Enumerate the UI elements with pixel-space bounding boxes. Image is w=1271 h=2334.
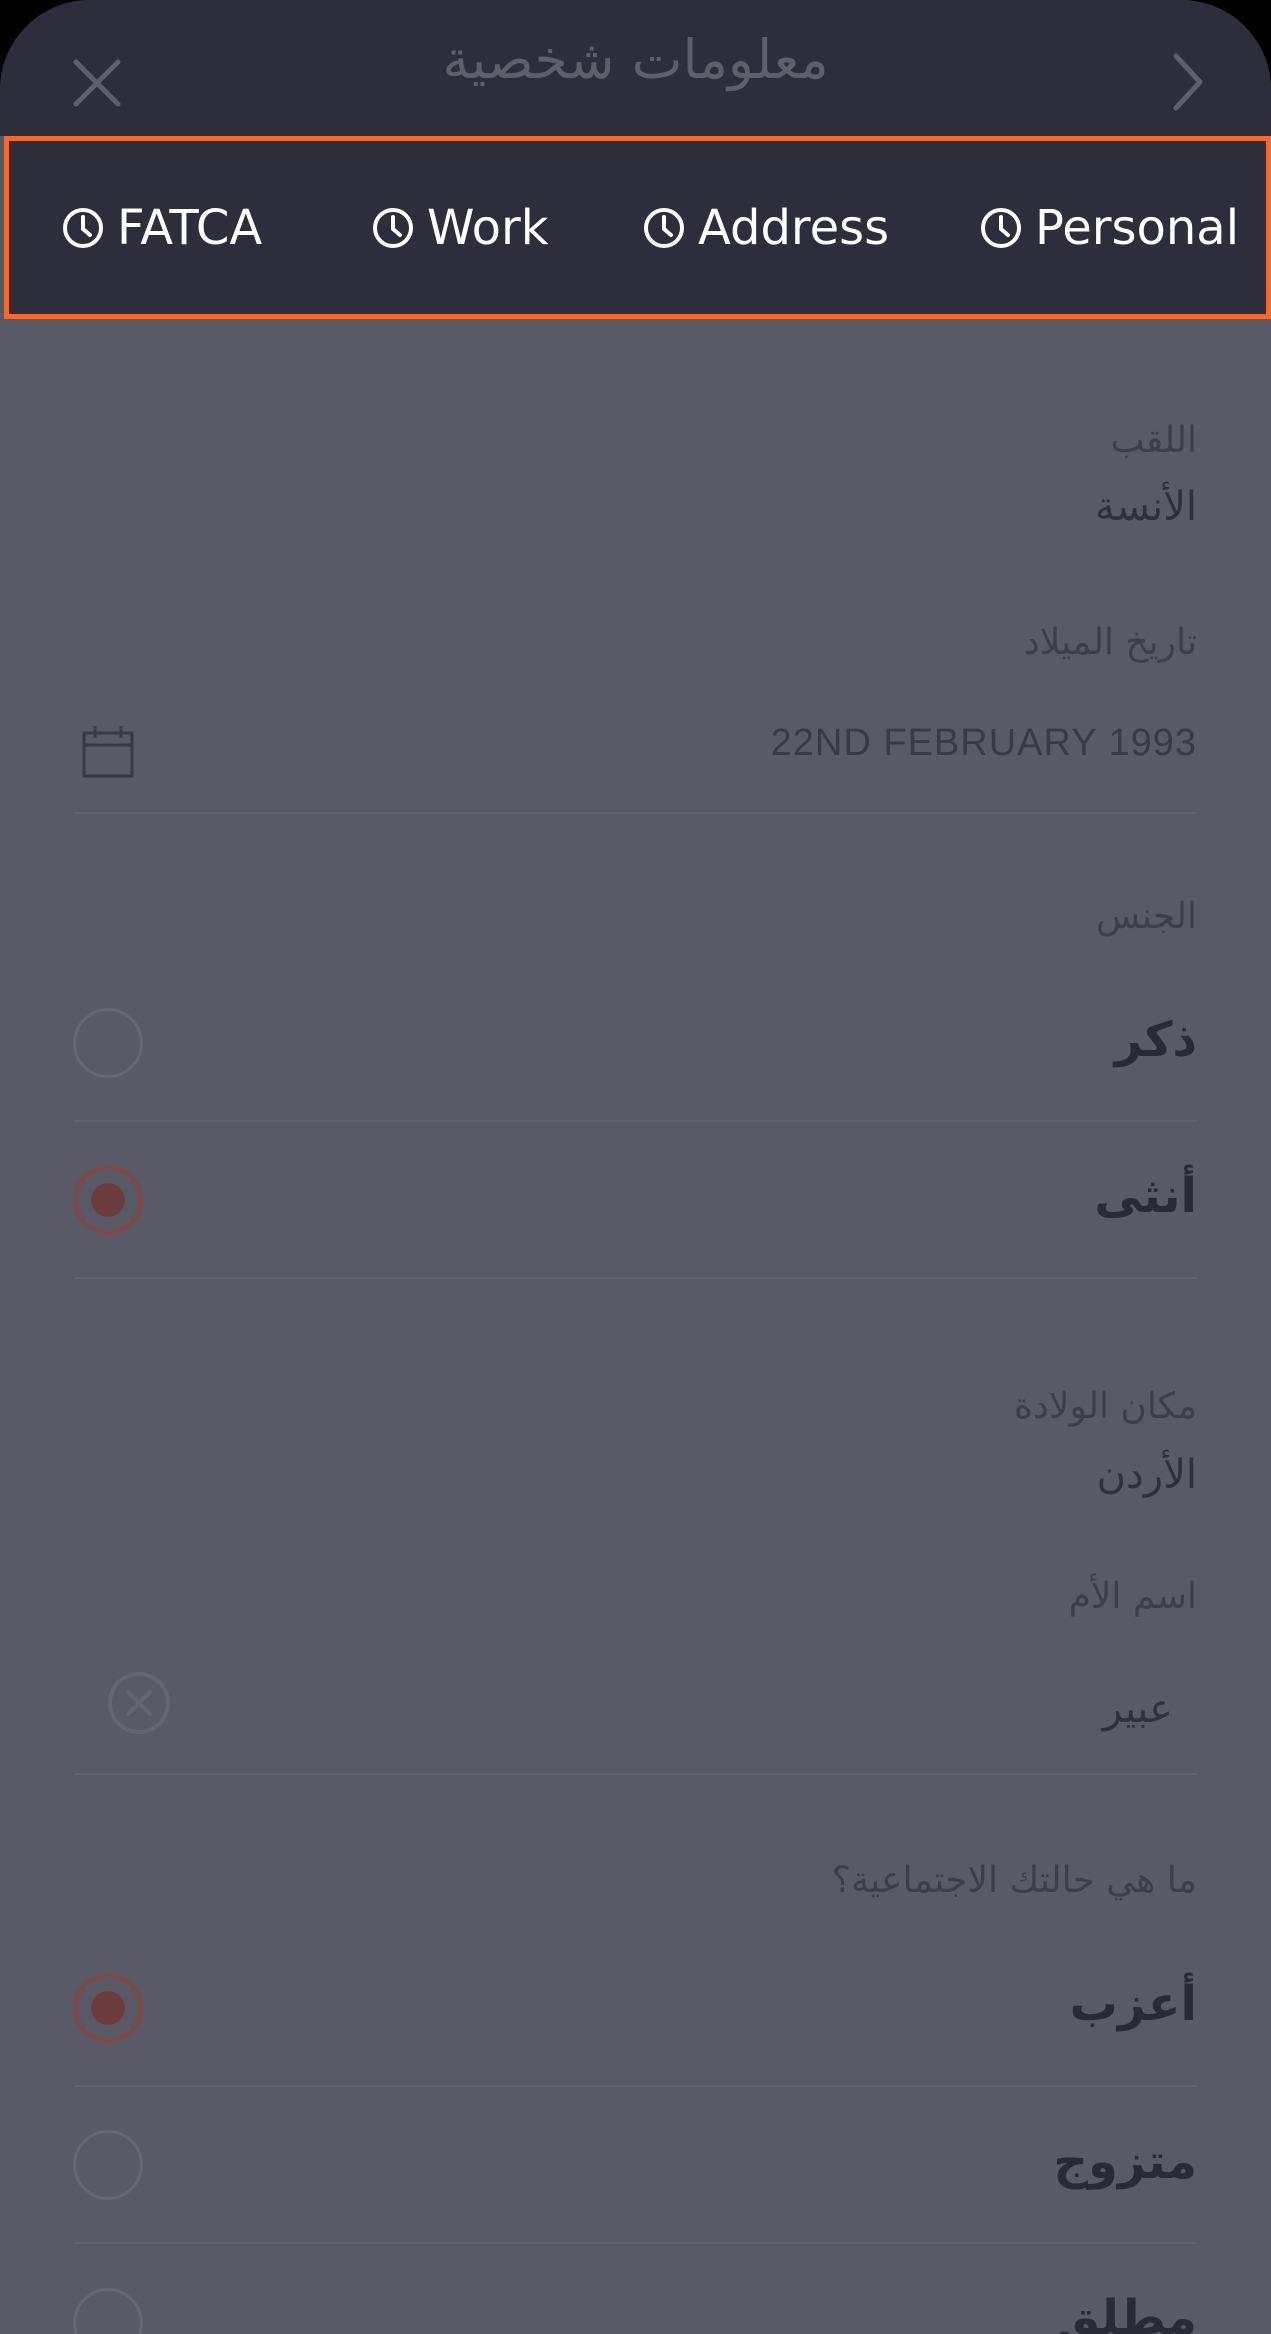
calendar-icon	[82, 726, 134, 778]
clock-icon	[373, 207, 413, 248]
marital-option-married-radio[interactable]	[73, 2130, 143, 2200]
title-field-value[interactable]: الأنسة	[1095, 484, 1197, 530]
gender-label: الجنس	[1096, 896, 1197, 937]
tab-address[interactable]: Address	[642, 141, 889, 314]
marital-option-married-label[interactable]: متزوج	[1053, 2134, 1197, 2190]
marital-option-divorced-radio[interactable]	[73, 2288, 143, 2334]
gender-option-male-label[interactable]: ذكر	[1115, 1012, 1197, 1068]
page-title: معلومات شخصية	[442, 28, 829, 91]
mother-name-field-label: اسم الأم	[1068, 1576, 1197, 1617]
tab-label: Work	[427, 199, 549, 256]
tab-bar: FATCA Work Address Personal	[4, 136, 1271, 319]
marital-option-single-label[interactable]: أعزب	[1070, 1976, 1197, 2032]
clock-icon	[644, 207, 684, 248]
tab-label: Address	[698, 199, 890, 256]
divider	[74, 812, 1197, 814]
tab-label: FATCA	[117, 199, 263, 256]
clock-icon	[981, 207, 1021, 248]
divider	[74, 2242, 1197, 2244]
tab-personal[interactable]: Personal	[979, 141, 1239, 314]
calendar-button[interactable]	[80, 724, 136, 784]
divider	[74, 2085, 1197, 2087]
title-field-label: اللقب	[1110, 420, 1197, 461]
dob-field-label: تاريخ الميلاد	[1023, 622, 1197, 663]
clock-icon	[63, 207, 103, 248]
tab-work[interactable]: Work	[371, 141, 549, 314]
gender-option-female-label[interactable]: أنثى	[1094, 1168, 1197, 1224]
marital-option-divorced-label[interactable]: مطلق	[1058, 2290, 1197, 2334]
tab-label: Personal	[1035, 199, 1240, 256]
divider	[74, 1773, 1197, 1775]
dob-field-value[interactable]: 22ND FEBRUARY 1993	[771, 722, 1197, 765]
back-button[interactable]	[1158, 44, 1218, 120]
divider	[74, 1120, 1197, 1122]
birthplace-field-label: مكان الولادة	[1013, 1386, 1197, 1427]
marital-status-label: ما هي حالتك الاجتماعية؟	[831, 1860, 1197, 1901]
divider	[74, 1277, 1197, 1279]
tab-fatca[interactable]: FATCA	[61, 141, 262, 314]
clear-button[interactable]	[106, 1670, 172, 1740]
screen: معلومات شخصية FATCA Work Address Persona…	[0, 0, 1271, 2334]
chevron-right-icon	[1173, 53, 1203, 111]
clear-icon	[108, 1672, 170, 1734]
birthplace-field-value[interactable]: الأردن	[1097, 1452, 1197, 1498]
mother-name-input[interactable]: عبير	[1103, 1686, 1173, 1732]
gender-option-male-radio[interactable]	[73, 1008, 143, 1078]
gender-option-female-radio[interactable]	[73, 1165, 143, 1235]
top-bar: معلومات شخصية	[0, 0, 1271, 136]
marital-option-single-radio[interactable]	[73, 1973, 143, 2043]
